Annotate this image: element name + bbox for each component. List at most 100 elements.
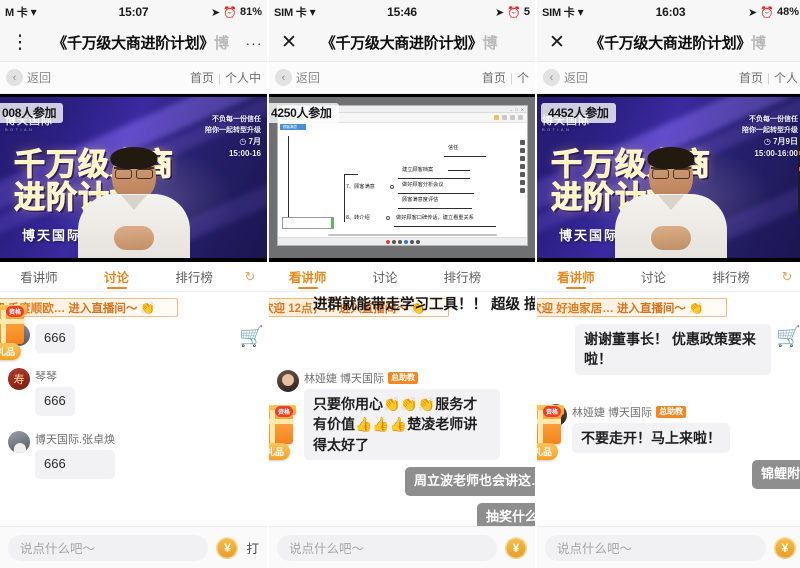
location-arrow-icon: ➤ — [211, 6, 221, 19]
content-tabs: 看讲师 讨论 排行榜 ↻ — [537, 262, 800, 292]
profile-link[interactable]: 个人 — [774, 69, 798, 86]
back-button[interactable]: ‹ 返回 — [275, 69, 320, 86]
gift-qualify-tag: 资格 — [543, 406, 562, 417]
nav-separator: | — [509, 70, 513, 85]
chat-input[interactable]: 说点什么吧～ — [545, 534, 766, 561]
more-dots-icon[interactable]: ⋮ — [0, 31, 40, 54]
clap-icon: 👏 — [688, 300, 704, 315]
shared-window-statusbar — [278, 237, 527, 245]
mindmap-edit-box[interactable] — [282, 217, 334, 229]
message-input-bar: 说点什么吧～ ¥ — [269, 526, 535, 568]
status-bar-clock: 16:03 — [655, 5, 686, 19]
mindmap-node: 做好顾客分析会议 — [402, 182, 444, 188]
profile-link[interactable]: 个 — [517, 69, 529, 86]
tip-button-label[interactable]: 打 — [246, 538, 259, 557]
chat-message-row: 锦鲤附体 — [545, 459, 800, 489]
grab-gift-label: 抢礼品 — [537, 443, 559, 460]
sub-nav-bar: ‹ 返回 首页 | 个 — [269, 62, 535, 94]
shopping-cart-icon[interactable]: 🛒 — [776, 324, 800, 349]
chat-input[interactable]: 说点什么吧～ — [277, 534, 497, 561]
status-badge: 总助教 — [656, 405, 687, 418]
viewer-count-badge: 4250人参加 — [269, 103, 339, 123]
status-bar-clock: 15:07 — [118, 5, 149, 19]
chat-message-list[interactable]: 进群就能带走学习工具！！ 超级 描二维码进 欢迎 12点，… 进入直播间～👏 林… — [269, 292, 535, 529]
back-button[interactable]: ‹ 返回 — [6, 69, 51, 86]
tab-discussion[interactable]: 讨论 — [615, 262, 693, 291]
coin-icon[interactable]: ¥ — [216, 536, 239, 559]
speaker-figure — [77, 147, 190, 258]
chevron-left-icon: ‹ — [6, 69, 23, 86]
back-button[interactable]: ‹ 返回 — [543, 69, 588, 86]
location-arrow-icon: ➤ — [494, 6, 505, 19]
message-bubble: 周立波老师也会讲这… — [404, 466, 535, 496]
content-tabs: 看讲师 讨论 排行榜 ↻ — [0, 262, 267, 292]
nav-separator: | — [217, 70, 221, 85]
grab-gift-widget[interactable]: 资格 抢礼品 — [537, 405, 577, 460]
back-label: 返回 — [27, 71, 52, 85]
viewer-count-badge: 4452人参加 — [541, 103, 616, 123]
avatar[interactable] — [8, 430, 30, 453]
live-video-player[interactable]: 千万级大商 进阶计划 博天国际…布会 不负每一份信任 陪你一起转型升级 ◷ 7月… — [537, 94, 800, 262]
message-input-bar: 说点什么吧～ ¥ 打 — [0, 526, 267, 568]
live-video-player[interactable]: 千万级大商 进阶计划 博天国际…布会 不负每一份信任 陪你一起转型升级 ◷ 7月… — [0, 94, 267, 262]
coin-icon[interactable]: ¥ — [505, 536, 527, 559]
back-label: 返回 — [564, 71, 589, 85]
horizontal-scrollbar[interactable] — [327, 234, 498, 236]
avatar[interactable] — [277, 370, 299, 392]
close-icon[interactable]: ✕ — [269, 31, 309, 54]
home-link[interactable]: 首页 — [739, 69, 763, 86]
avatar[interactable] — [8, 367, 30, 390]
welcome-prefix: 欢迎 — [269, 302, 285, 315]
mindmap-node: 做好顾客口碑传话，建立看重关系 — [396, 215, 474, 221]
home-link[interactable]: 首页 — [190, 69, 214, 86]
message-sender-name: 林娅婕 博天国际 总助教 — [304, 370, 500, 386]
tab-lecturer[interactable]: 看讲师 — [537, 262, 615, 291]
sub-nav-bar: ‹ 返回 首页 | 个人 — [537, 62, 800, 94]
mindmap-node: 顾客满意度评估 — [402, 197, 439, 203]
status-bar: SIM 卡 ▾ 16:03 ➤ ⏰ 48% — [537, 0, 800, 24]
chat-message-row: 谢谢董事长！ 优惠政策要来啦！ — [545, 324, 796, 375]
phone-panel-3: SIM 卡 ▾ 16:03 ➤ ⏰ 48% ✕ 《千万级大商进阶计划》博 ‹ 返… — [537, 0, 800, 568]
mindmap-node: 8、转介绍 — [346, 215, 370, 221]
sub-nav-links: 首页 | 个 — [482, 69, 529, 86]
viewer-count-badge: 008人参加 — [0, 103, 64, 123]
overflow-menu-icon[interactable]: ··· — [241, 35, 267, 51]
refresh-icon[interactable] — [501, 262, 535, 291]
gift-qualify-tag: 资格 — [275, 406, 294, 417]
grab-gift-widget[interactable]: 资格 抢礼品 — [269, 405, 309, 460]
nav-separator: | — [766, 70, 770, 85]
refresh-icon[interactable]: ↻ — [770, 262, 800, 291]
status-badge: 总助教 — [388, 372, 419, 384]
banner-meta: 不负每一份信任 陪你一起转型升级 ◷ 7月 15:00-16 — [205, 116, 261, 158]
chat-message-row: 林娅婕 博天国际 总助教 不要走开！马上来啦！ — [545, 403, 796, 453]
message-bubble: 谢谢董事长！ 优惠政策要来啦！ — [575, 324, 771, 375]
tab-lecturer[interactable]: 看讲师 — [0, 262, 78, 291]
tab-discussion[interactable]: 讨论 — [78, 262, 156, 291]
phone-panel-1: M 卡 ▾ 15:07 ➤ ⏰ 81% ⋮ 《千万级大商进阶计划》博 ··· ‹… — [0, 0, 267, 568]
sub-nav-links: 首页 | 个人 — [739, 69, 798, 86]
home-link[interactable]: 首页 — [482, 69, 506, 86]
coin-icon[interactable]: ¥ — [774, 536, 796, 559]
chat-message-list[interactable]: 迎 千度顺欧… 进入直播间～👏 资格 抢礼品 🛒 666 琴琴 666 — [0, 292, 267, 529]
screen-share-player[interactable]: – □ ✕ 顾客满意 信任 建立顾客档案 做好顾客分析会议 顾客满意度评估 7、… — [269, 94, 535, 262]
chat-message-list[interactable]: 欢迎 好迪家居… 进入直播间～👏 🛒 谢谢董事长！ 优惠政策要来啦！ 林娅婕 博… — [537, 292, 800, 529]
tab-discussion[interactable]: 讨论 — [346, 262, 423, 291]
chat-message-row: 林娅婕 博天国际 总助教 只要你用心👏👏👏服务才有价值👍👍👍楚凌老师讲得太好了 — [277, 370, 527, 460]
close-icon[interactable]: ✕ — [537, 31, 577, 54]
chat-message-row: 琴琴 666 — [8, 367, 259, 416]
shopping-cart-icon[interactable]: 🛒 — [239, 324, 264, 349]
chat-input[interactable]: 说点什么吧～ — [8, 534, 209, 561]
tab-leaderboard[interactable]: 排行榜 — [155, 262, 233, 291]
back-label: 返回 — [296, 71, 321, 85]
profile-link[interactable]: 个人中 — [225, 69, 261, 86]
grab-gift-widget[interactable]: 资格 抢礼品 — [0, 305, 40, 360]
sub-nav-links: 首页 | 个人中 — [190, 69, 261, 86]
tab-leaderboard[interactable]: 排行榜 — [692, 262, 770, 291]
welcome-banner: 欢迎 好迪家居… 进入直播间～👏 — [537, 298, 727, 317]
tab-leaderboard[interactable]: 排行榜 — [424, 262, 501, 291]
phone-panel-2: SIM 卡 ▾ 15:46 ➤ ⏰ 5 ✕ 《千万级大商进阶计划》博 ‹ 返回 … — [269, 0, 535, 568]
chevron-left-icon: ‹ — [275, 69, 292, 86]
refresh-icon[interactable]: ↻ — [233, 262, 267, 291]
tab-lecturer[interactable]: 看讲师 — [269, 262, 346, 291]
shared-application-window: – □ ✕ 顾客满意 信任 建立顾客档案 做好顾客分析会议 顾客满意度评估 7、… — [277, 105, 528, 246]
